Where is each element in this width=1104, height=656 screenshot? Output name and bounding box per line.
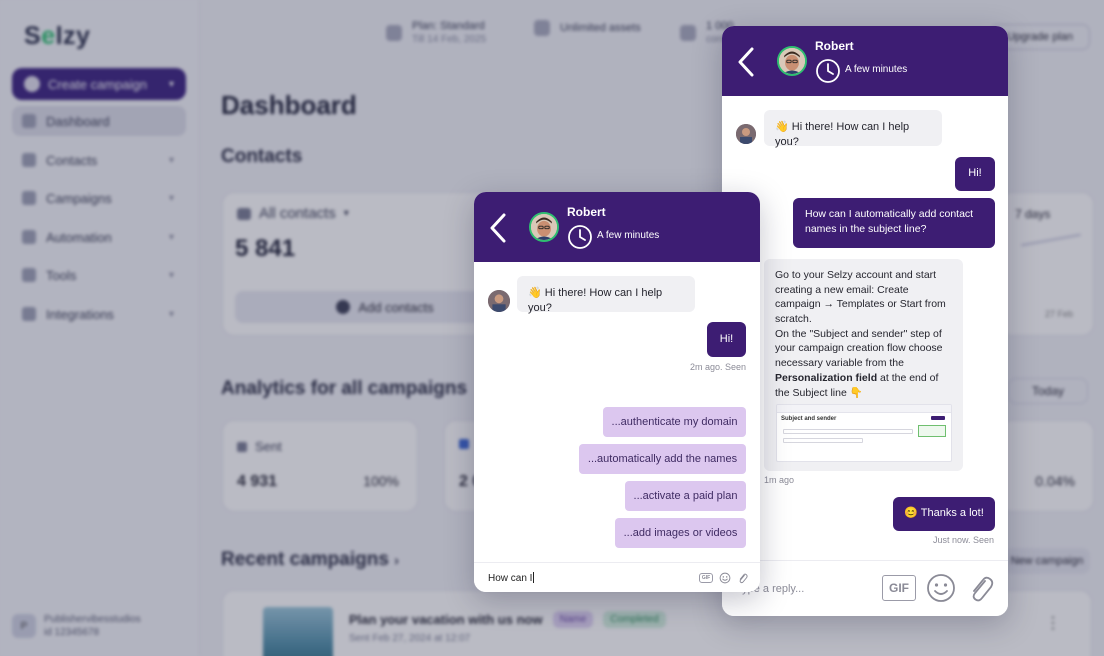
agent-greeting-bubble: 👋 Hi there! How can I help you? xyxy=(517,276,695,314)
text-caret xyxy=(533,572,535,583)
chat-widget-conversation: Robert A few minutes 👋 Hi there! How can… xyxy=(722,26,1008,616)
back-arrow-icon[interactable] xyxy=(488,212,508,244)
agent-avatar xyxy=(777,46,807,76)
quick-reply-add-media[interactable]: ...add images or videos xyxy=(615,518,746,548)
quick-reply-authenticate-domain[interactable]: ...authenticate my domain xyxy=(603,407,746,437)
response-time: A few minutes xyxy=(845,64,908,75)
chat-header: Robert A few minutes xyxy=(722,26,1008,96)
agent-greeting-bubble: 👋 Hi there! How can I help you? xyxy=(764,110,942,148)
emoji-icon[interactable] xyxy=(925,572,957,604)
agent-message-avatar xyxy=(488,290,510,312)
response-time: A few minutes xyxy=(597,230,660,241)
answer-screenshot-image[interactable]: Subject and sender xyxy=(776,404,952,462)
reply-bar: Type a reply... GIF xyxy=(722,560,1008,616)
back-arrow-icon[interactable] xyxy=(736,46,756,78)
answer-text: Go to your Selzy account and start creat… xyxy=(775,269,946,326)
user-question-bubble: How can I automatically add contact name… xyxy=(793,198,995,248)
gif-button[interactable]: GIF xyxy=(882,575,916,601)
answer-timestamp: 1m ago xyxy=(764,475,795,485)
reply-input[interactable]: How can I xyxy=(488,572,535,584)
answer-text: On the "Subject and sender" step of your… xyxy=(775,327,943,370)
user-message-bubble: Hi! xyxy=(955,157,995,191)
agent-message-avatar xyxy=(736,124,756,144)
agent-name: Robert xyxy=(815,39,854,53)
answer-bold-text: Personalization field xyxy=(775,371,878,384)
agent-avatar xyxy=(529,212,559,242)
reply-input-value: How can I xyxy=(488,573,533,584)
screenshot-title: Subject and sender xyxy=(781,416,837,422)
thanks-seen-status: Just now. Seen xyxy=(932,535,994,545)
clock-icon xyxy=(568,225,592,249)
user-message-bubble: Hi! xyxy=(707,322,746,357)
chat-widget-quick-replies: Robert A few minutes 👋 Hi there! How can… xyxy=(474,192,760,592)
reply-bar: How can I GIF xyxy=(474,562,760,592)
message-seen-status: 2m ago. Seen xyxy=(689,362,746,372)
quick-reply-activate-plan[interactable]: ...activate a paid plan xyxy=(625,481,746,511)
clock-icon xyxy=(816,59,840,83)
chat-header: Robert A few minutes xyxy=(474,192,760,262)
quick-reply-add-names[interactable]: ...automatically add the names xyxy=(579,444,746,474)
gif-button[interactable]: GIF xyxy=(699,573,713,583)
user-thanks-bubble: 😊 Thanks a lot! xyxy=(893,497,995,531)
agent-name: Robert xyxy=(567,205,606,219)
attachment-icon[interactable] xyxy=(966,572,994,604)
attachment-icon[interactable] xyxy=(737,572,748,584)
emoji-icon[interactable] xyxy=(719,572,731,584)
